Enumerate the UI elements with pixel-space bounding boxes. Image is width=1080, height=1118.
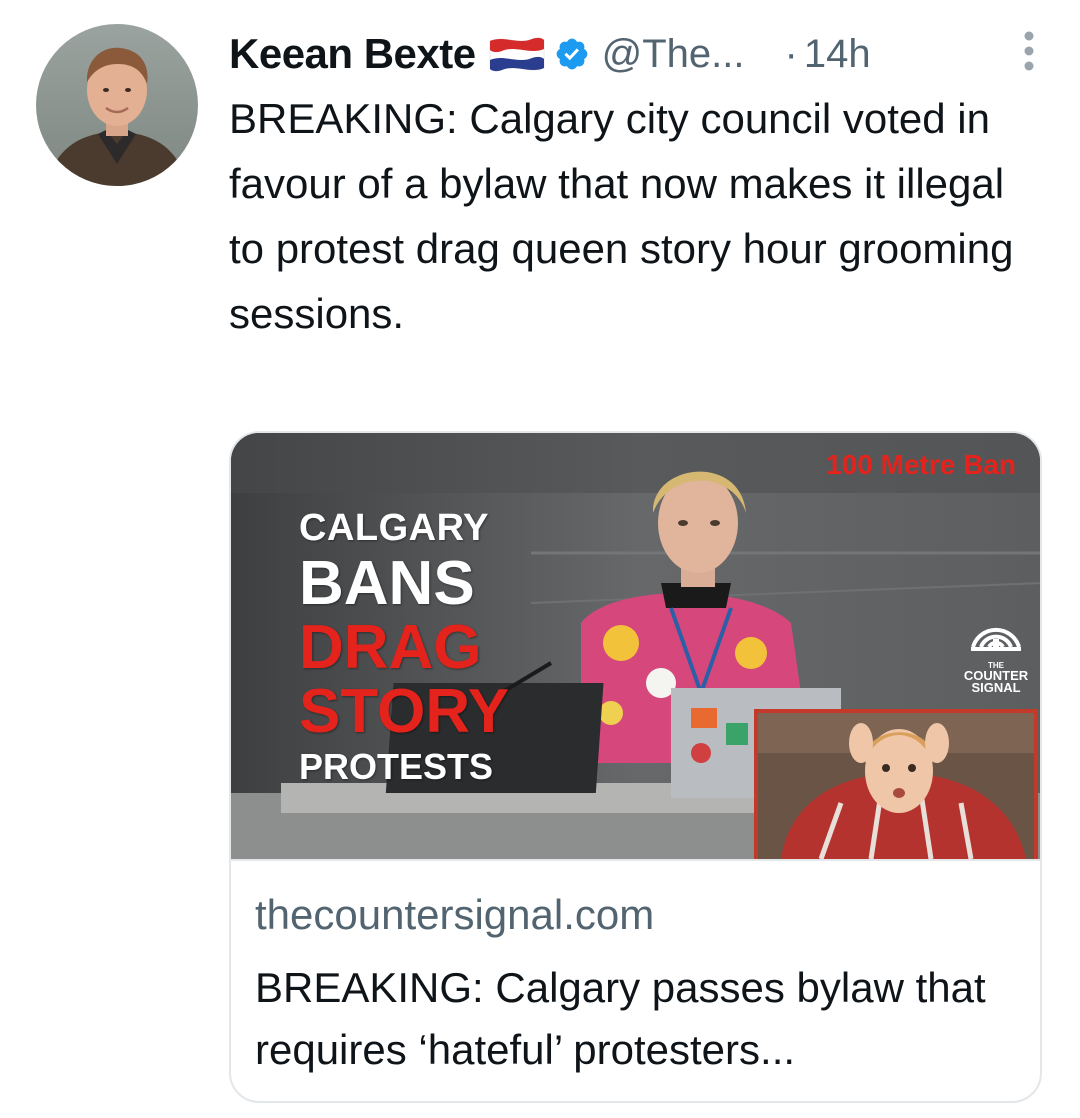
thumb-line-story: STORY (299, 677, 510, 746)
card-domain[interactable]: thecountersignal.com (255, 891, 654, 939)
card-thumbnail: CALGARY BANS DRAG STORY PROTESTS 100 Met… (231, 433, 1040, 859)
netherlands-flag-icon (488, 35, 546, 73)
thumb-line-calgary: CALGARY (299, 507, 489, 549)
thumbnail-headline: CALGARY BANS DRAG STORY PROTESTS (299, 509, 509, 785)
link-preview-card[interactable]: CALGARY BANS DRAG STORY PROTESTS 100 Met… (229, 431, 1042, 1103)
thumb-line-protests: PROTESTS (299, 746, 494, 787)
thumb-line-bans: BANS (299, 549, 475, 618)
timestamp[interactable]: 14h (804, 32, 871, 77)
logo-text: THE COUNTER SIGNAL (961, 662, 1031, 695)
avatar-photo (36, 24, 198, 186)
thumb-line-drag: DRAG (299, 613, 482, 682)
tweet-text: BREAKING: Calgary city council voted in … (229, 95, 1014, 337)
signal-waves-icon (971, 627, 1021, 651)
handle[interactable]: @The... (602, 32, 745, 77)
card-title[interactable]: BREAKING: Calgary passes bylaw that requ… (255, 957, 1035, 1081)
verified-badge-icon[interactable] (554, 36, 590, 72)
separator-dot: · (784, 31, 798, 76)
counter-signal-logo: THE COUNTER SIGNAL (961, 603, 1031, 695)
display-name[interactable]: Keean Bexte (229, 30, 476, 78)
avatar[interactable] (36, 24, 198, 186)
card-info: thecountersignal.com BREAKING: Calgary p… (231, 859, 1040, 1101)
thumb-ban-label: 100 Metre Ban (826, 449, 1016, 480)
more-options-icon[interactable] (1017, 28, 1041, 74)
logo-text-signal: SIGNAL (971, 680, 1021, 695)
tweet-header: Keean Bexte @The... · 14h (229, 24, 1049, 84)
